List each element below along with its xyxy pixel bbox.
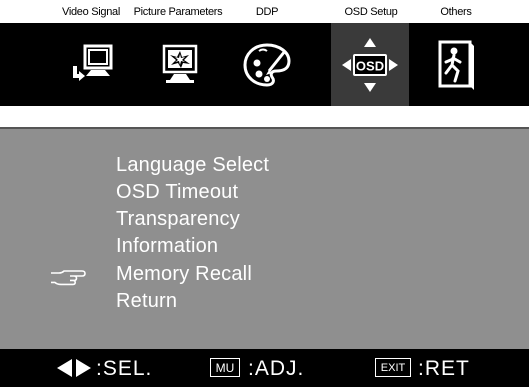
menu-item-transparency[interactable]: Transparency: [116, 207, 240, 231]
osd-icon-text: OSD: [356, 58, 384, 73]
exit-key: EXIT: [375, 358, 411, 377]
tab-others[interactable]: [421, 23, 491, 106]
menu-item-osd-timeout[interactable]: OSD Timeout: [116, 180, 238, 204]
left-right-arrows-icon: [57, 359, 91, 377]
menu-tab-bar: OSD: [0, 23, 529, 106]
tab-ddp-label: DDP: [255, 6, 279, 18]
tab-others-label: Others: [440, 6, 472, 18]
menu-item-return[interactable]: Return: [116, 289, 177, 313]
tab-video-signal-label: Video Signal: [62, 6, 120, 18]
footer-adj-label: :ADJ.: [248, 357, 305, 380]
footer-ret-label: :RET: [418, 357, 470, 380]
menu-item-memory-recall[interactable]: Memory Recall: [116, 262, 252, 286]
picture-parameters-icon: [162, 44, 198, 83]
mu-key: MU: [210, 358, 240, 377]
footer-hint-bar: :SEL. MU :ADJ. EXIT :RET: [0, 349, 529, 387]
menu-item-information[interactable]: Information: [116, 234, 218, 258]
tab-ddp[interactable]: [232, 23, 302, 106]
footer-sel-label: :SEL.: [96, 357, 153, 380]
video-signal-icon: [73, 44, 113, 81]
exit-door-icon: [438, 40, 474, 90]
tab-osd-setup-label: OSD Setup: [344, 6, 398, 18]
menu-item-language-select[interactable]: Language Select: [116, 153, 269, 177]
pointing-hand-icon: [51, 270, 86, 286]
tab-video-signal[interactable]: [58, 23, 128, 106]
osd-setup-menu: Language Select OSD Timeout Transparency…: [0, 127, 529, 351]
palette-icon: [243, 42, 291, 87]
tab-picture-parameters[interactable]: [145, 23, 215, 106]
tab-picture-parameters-label: Picture Parameters: [133, 6, 223, 18]
tab-osd-setup[interactable]: OSD: [331, 23, 409, 106]
osd-setup-icon: OSD: [342, 37, 398, 92]
